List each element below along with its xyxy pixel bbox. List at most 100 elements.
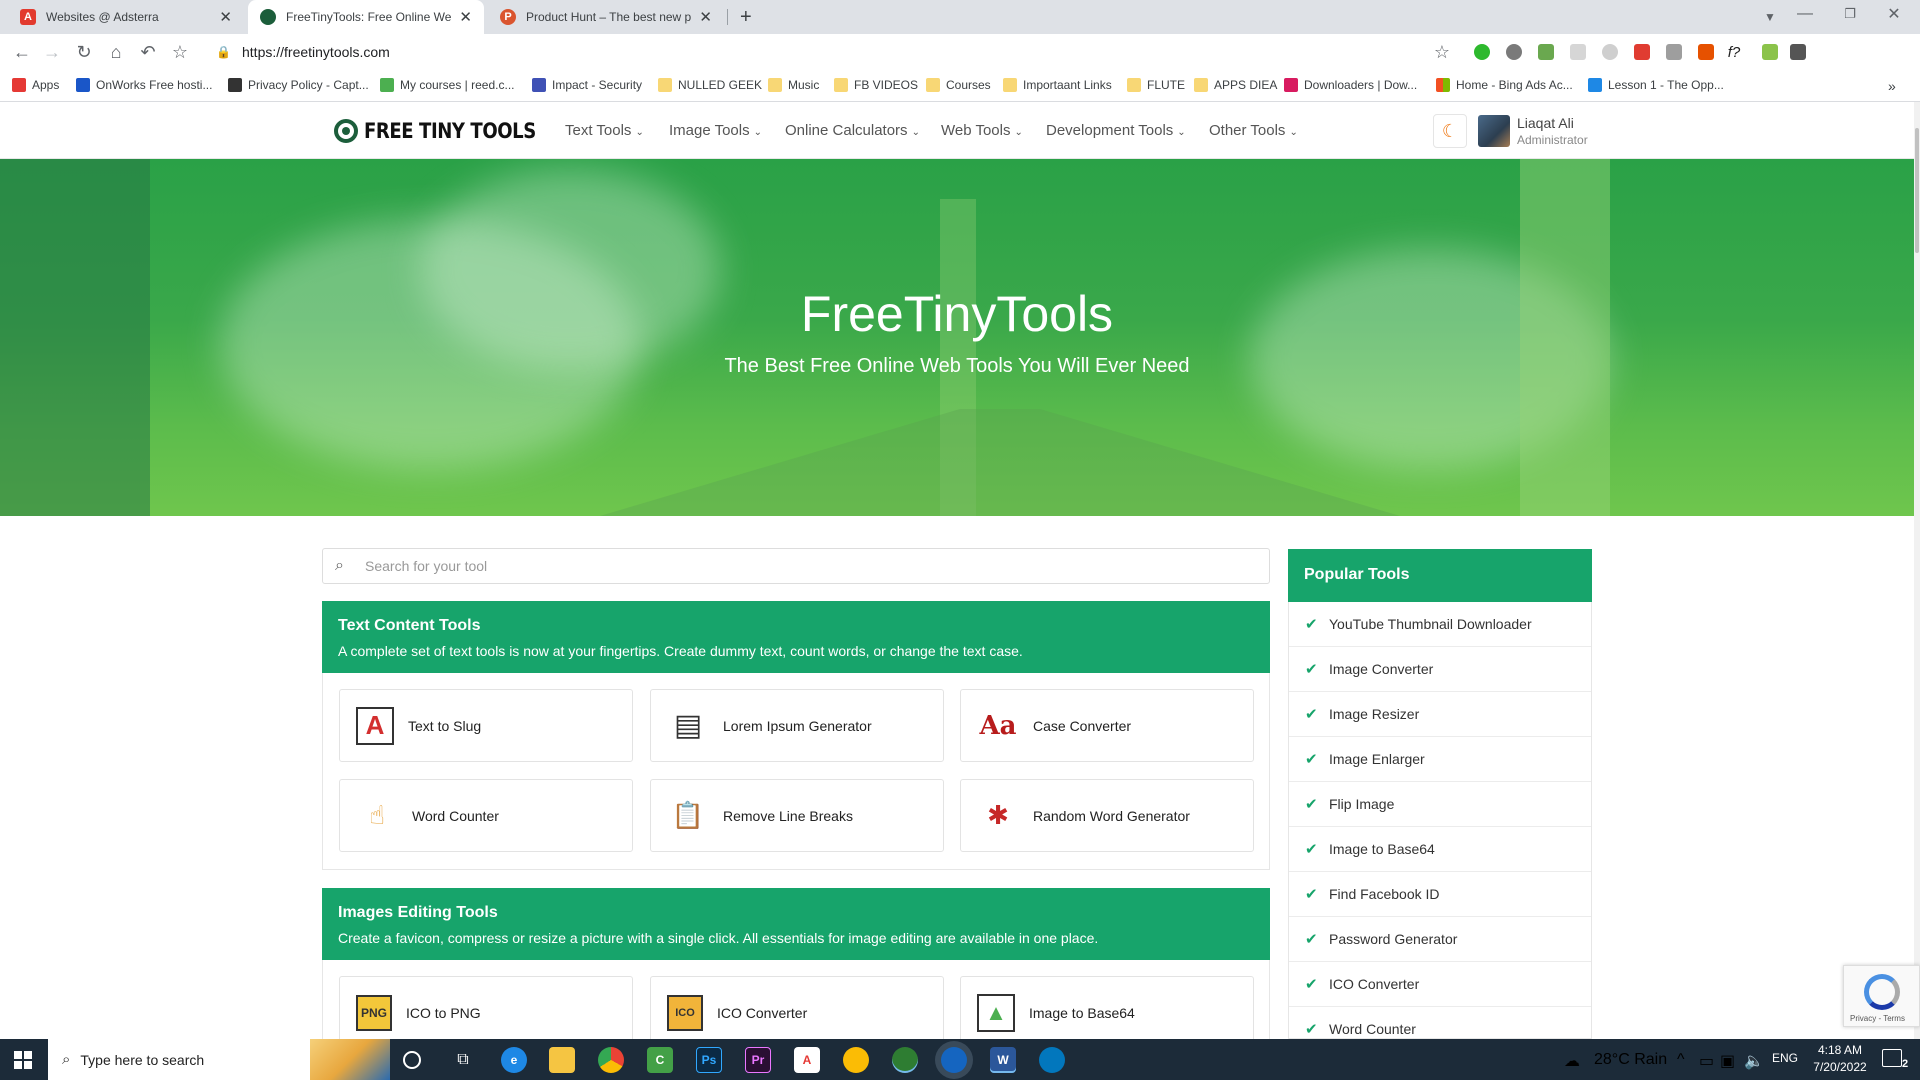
word-icon[interactable]: W [990,1047,1016,1073]
menu-image-tools[interactable]: Image Tools ⌄ [669,122,762,139]
popular-tool-item[interactable]: ✔ Word Counter [1289,1007,1591,1038]
extension-house-icon[interactable] [1698,44,1714,60]
chrome-profile-icon[interactable] [892,1047,918,1073]
notification-center-icon[interactable] [1882,1049,1902,1067]
tab-producthunt[interactable]: P Product Hunt – The best new pro ✕ [488,0,724,34]
scrollbar-thumb[interactable] [1915,128,1919,253]
extension-bike-icon[interactable] [1538,44,1554,60]
popular-tool-item[interactable]: ✔ YouTube Thumbnail Downloader [1289,602,1591,647]
photoshop-icon[interactable]: Ps [696,1047,722,1073]
bookmark-star-icon[interactable]: ☆ [168,40,192,64]
user-name[interactable]: Liaqat Ali [1517,115,1574,131]
back-icon[interactable]: ← [10,40,34,64]
show-hidden-icons-chevron-icon[interactable]: ^ [1677,1051,1685,1069]
extension-grey-icon[interactable] [1602,44,1618,60]
chrome-icon[interactable] [598,1047,624,1073]
close-tab-icon[interactable]: ✕ [219,8,232,26]
popular-tool-item[interactable]: ✔ Image Enlarger [1289,737,1591,782]
camtasia-icon[interactable]: C [647,1047,673,1073]
tool-card-word-counter[interactable]: ☝ Word Counter [339,779,633,852]
premiere-icon[interactable]: Pr [745,1047,771,1073]
extension-a-icon[interactable] [1570,44,1586,60]
windows-start-icon[interactable] [14,1051,32,1069]
bookmark-flute[interactable]: FLUTE [1127,78,1185,92]
site-logo[interactable]: FREE TINY TOOLS [334,119,564,143]
chrome-canary-icon[interactable] [843,1047,869,1073]
bookmark-lesson-1[interactable]: Lesson 1 - The Opp... [1588,78,1724,92]
extensions-puzzle-icon[interactable] [1790,44,1806,60]
edge-icon[interactable]: e [501,1047,527,1073]
bookmark-onworks[interactable]: OnWorks Free hosti... [76,78,212,92]
language-indicator[interactable]: ENG [1772,1051,1798,1065]
bookmark-fb-videos[interactable]: FB VIDEOS [834,78,918,92]
bookmark-music[interactable]: Music [768,78,819,92]
bookmark-reed[interactable]: My courses | reed.c... [380,78,515,92]
popular-tool-item[interactable]: ✔ ICO Converter [1289,962,1591,1007]
task-view-icon[interactable]: ⧉ [450,1047,476,1073]
page-scrollbar[interactable] [1914,102,1920,1039]
forward-icon[interactable]: → [40,40,64,64]
clock-time[interactable]: 4:18 AM [1806,1043,1874,1057]
popular-tool-item[interactable]: ✔ Flip Image [1289,782,1591,827]
network-icon[interactable]: ▣ [1720,1051,1735,1071]
recaptcha-links[interactable]: Privacy - Terms [1850,1014,1905,1023]
popular-tool-item[interactable]: ✔ Image Converter [1289,647,1591,692]
minimize-icon[interactable]: — [1793,2,1817,26]
bookmark-downloaders[interactable]: Downloaders | Dow... [1284,78,1417,92]
chrome-app-icon[interactable] [1039,1047,1065,1073]
dark-mode-toggle[interactable]: ☾ [1433,114,1467,148]
extension-k-icon[interactable] [1666,44,1682,60]
acrobat-icon[interactable]: A [794,1047,820,1073]
meet-now-icon[interactable]: ▭ [1699,1051,1714,1071]
wordpress-icon[interactable] [1506,44,1522,60]
bookmark-apps[interactable]: Apps [12,78,59,92]
tool-search-input[interactable]: ⌕ Search for your tool [322,548,1270,584]
tab-adsterra[interactable]: A Websites @ Adsterra ✕ [8,0,244,34]
avatar[interactable] [1478,115,1510,147]
extension-f-icon[interactable]: f? [1722,40,1746,64]
cortana-icon[interactable] [403,1051,421,1069]
address-bar[interactable]: 🔒 https://freetinytools.com [206,38,1456,66]
menu-text-tools[interactable]: Text Tools ⌄ [565,122,644,139]
chrome-active-icon[interactable] [941,1047,967,1073]
home-icon[interactable]: ⌂ [104,40,128,64]
tool-card-random-word-generator[interactable]: ✱ Random Word Generator [960,779,1254,852]
more-bookmarks-button[interactable]: » [1888,78,1896,94]
bookmark-impact[interactable]: Impact - Security [532,78,642,92]
tool-card-lorem-ipsum[interactable]: ▤ Lorem Ipsum Generator [650,689,944,762]
close-tab-icon[interactable]: ✕ [699,8,712,26]
weather-text[interactable]: 28°C Rain [1594,1051,1667,1069]
tool-card-text-to-slug[interactable]: A Text to Slug [339,689,633,762]
reload-icon[interactable]: ↻ [72,40,96,64]
popular-tool-item[interactable]: ✔ Image Resizer [1289,692,1591,737]
tab-search-chevron-icon[interactable]: ▼ [1758,5,1782,29]
menu-online-calculators[interactable]: Online Calculators ⌄ [785,122,920,139]
menu-development-tools[interactable]: Development Tools ⌄ [1046,122,1186,139]
recaptcha-badge[interactable]: Privacy - Terms [1843,965,1920,1027]
bookmark-importaant-links[interactable]: Importaant Links [1003,78,1112,92]
tool-card-remove-line-breaks[interactable]: 📋 Remove Line Breaks [650,779,944,852]
tab-freetinytools[interactable]: FreeTinyTools: Free Online Web T ✕ [248,0,484,34]
bookmark-bing-ads[interactable]: Home - Bing Ads Ac... [1436,78,1573,92]
bookmark-privacy-policy[interactable]: Privacy Policy - Capt... [228,78,369,92]
extension-red-icon[interactable] [1634,44,1650,60]
undo-icon[interactable]: ↶ [136,40,160,64]
close-tab-icon[interactable]: ✕ [459,8,472,26]
bookmark-courses[interactable]: Courses [926,78,991,92]
weather-cloud-icon[interactable]: ☁ [1564,1051,1580,1071]
maximize-icon[interactable]: ❐ [1838,2,1862,26]
bookmark-page-star-icon[interactable]: ☆ [1430,40,1454,64]
extension-green-icon[interactable] [1474,44,1490,60]
menu-other-tools[interactable]: Other Tools ⌄ [1209,122,1298,139]
menu-web-tools[interactable]: Web Tools ⌄ [941,122,1023,139]
popular-tool-item[interactable]: ✔ Find Facebook ID [1289,872,1591,917]
taskbar-search-box[interactable]: ⌕ Type here to search [48,1039,390,1080]
file-explorer-icon[interactable] [549,1047,575,1073]
volume-icon[interactable]: 🔈 [1744,1051,1764,1071]
tool-card-case-converter[interactable]: Aa Case Converter [960,689,1254,762]
new-tab-button[interactable]: + [734,0,764,34]
popular-tool-item[interactable]: ✔ Password Generator [1289,917,1591,962]
close-window-icon[interactable]: ✕ [1882,2,1906,26]
bookmark-nulled-geek[interactable]: NULLED GEEK [658,78,762,92]
bookmark-apps-diea[interactable]: APPS DIEA [1194,78,1277,92]
